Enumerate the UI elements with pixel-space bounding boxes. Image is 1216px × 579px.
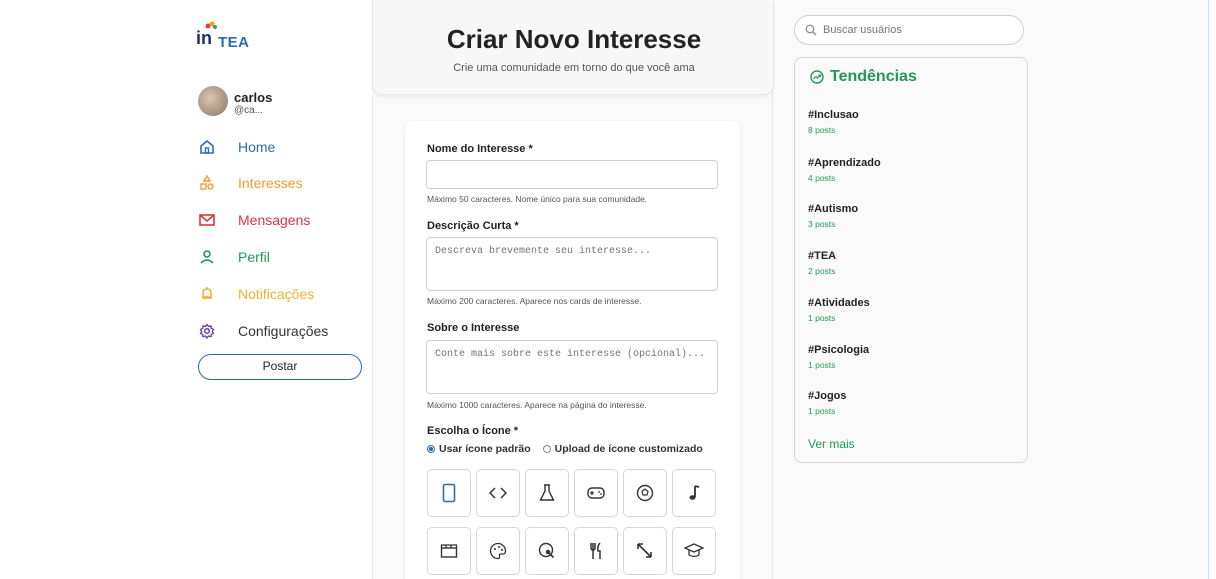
interest-name-input[interactable] <box>426 160 718 189</box>
trend-count: 3 posts <box>808 219 836 229</box>
icon-option-clapperboard[interactable] <box>427 527 471 575</box>
user-name: carlos <box>234 90 273 105</box>
column-divider-left <box>372 95 373 579</box>
icon-option-code[interactable] <box>476 469 520 517</box>
home-icon <box>198 138 216 156</box>
radio-default-icon[interactable] <box>427 445 435 453</box>
post-button[interactable]: Postar <box>198 354 362 380</box>
expand-arrows-icon <box>637 543 652 558</box>
gear-icon <box>198 322 216 340</box>
code-icon <box>489 487 507 499</box>
description-label: Descrição Curta * <box>427 220 519 232</box>
nav-label-perfil: Perfil <box>238 249 270 265</box>
nav-item-interesses[interactable]: Interesses <box>198 172 303 194</box>
trending-icon <box>810 70 824 84</box>
name-help-text: Máximo 50 caracteres. Nome único para su… <box>427 194 648 204</box>
clapperboard-icon <box>440 544 458 558</box>
trend-count: 4 posts <box>808 173 836 183</box>
trend-count: 2 posts <box>808 266 836 276</box>
search-bar[interactable] <box>794 15 1024 45</box>
utensils-icon <box>590 542 601 559</box>
user-handle: @ca... <box>234 105 264 116</box>
trend-tag[interactable]: #Aprendizado <box>808 157 881 169</box>
trends-title-text: Tendências <box>830 68 917 85</box>
about-label: Sobre o Interesse <box>427 322 520 334</box>
radio-custom-icon[interactable] <box>542 445 551 453</box>
icon-option-utensils[interactable] <box>574 527 618 575</box>
logo-suffix: TEA <box>218 34 250 51</box>
trend-tag[interactable]: #Inclusao <box>808 109 859 121</box>
trend-tag[interactable]: #Psicologia <box>808 344 869 356</box>
gamepad-icon <box>587 487 605 499</box>
trend-count: 1 posts <box>808 406 836 416</box>
icon-choice-label: Escolha o Ícone * <box>427 425 519 437</box>
music-note-icon <box>689 485 700 500</box>
nav-item-perfil[interactable]: Perfil <box>198 246 270 268</box>
shapes-icon <box>198 174 216 192</box>
graduation-cap-icon <box>684 543 704 558</box>
radio-default-label[interactable]: Usar ícone padrão <box>439 443 531 455</box>
avatar[interactable] <box>198 86 228 116</box>
trend-count: 8 posts <box>808 125 836 135</box>
palette-icon <box>489 542 507 560</box>
search-input[interactable] <box>823 24 1013 36</box>
icon-option-music[interactable] <box>672 469 716 517</box>
search-icon <box>805 24 817 36</box>
phone-icon <box>442 483 456 503</box>
description-textarea[interactable] <box>426 237 718 291</box>
trends-title: Tendências <box>810 68 917 86</box>
mail-icon <box>198 211 216 229</box>
nav-label-notificacoes: Notificações <box>238 286 315 302</box>
trend-count: 1 posts <box>808 313 836 323</box>
nav-item-configuracoes[interactable]: Configurações <box>198 320 328 342</box>
about-help-text: Máximo 1000 caracteres. Aparece na págin… <box>427 400 647 410</box>
trend-tag[interactable]: #TEA <box>808 250 836 262</box>
nav-item-notificacoes[interactable]: Notificações <box>198 283 314 305</box>
name-label: Nome do Interesse * <box>427 143 533 155</box>
icon-option-flask[interactable] <box>525 469 569 517</box>
icon-option-graduation-cap[interactable] <box>672 527 716 575</box>
logo-prefix: in <box>196 28 212 48</box>
trend-tag[interactable]: #Jogos <box>808 390 847 402</box>
nav-label-interesses: Interesses <box>238 175 303 191</box>
page-header: Criar Novo Interesse Crie uma comunidade… <box>372 0 774 95</box>
user-icon <box>198 248 216 266</box>
icon-mode-radio-group: Usar ícone padrão Upload de ícone custom… <box>427 443 703 455</box>
flask-icon <box>539 484 555 501</box>
page-title: Criar Novo Interesse <box>446 24 702 54</box>
icon-option-globe-search[interactable] <box>525 527 569 575</box>
page-subtitle: Crie uma comunidade em torno do que você… <box>453 62 695 74</box>
sidebar: in TEA carlos @ca... Home Interesses Men… <box>0 0 372 579</box>
icon-option-gamepad[interactable] <box>574 469 618 517</box>
bell-icon <box>198 285 216 303</box>
nav-label-home: Home <box>238 139 276 155</box>
nav-label-mensagens: Mensagens <box>238 212 311 228</box>
trend-count: 1 posts <box>808 360 836 370</box>
about-textarea[interactable] <box>426 340 718 394</box>
page: in TEA carlos @ca... Home Interesses Men… <box>0 0 1216 579</box>
icon-option-palette[interactable] <box>476 527 520 575</box>
trend-tag[interactable]: #Atividades <box>808 297 870 309</box>
nav-item-home[interactable]: Home <box>198 136 275 158</box>
nav-item-mensagens[interactable]: Mensagens <box>198 209 310 231</box>
description-help-text: Máximo 200 caracteres. Aparece nos cards… <box>427 296 642 306</box>
globe-search-icon <box>538 542 555 559</box>
nav-label-configuracoes: Configurações <box>238 323 329 339</box>
see-more-link[interactable]: Ver mais <box>808 437 855 451</box>
icon-option-soccer-ball[interactable] <box>623 469 667 517</box>
icon-option-expand-arrows[interactable] <box>623 527 667 575</box>
radio-custom-label[interactable]: Upload de ícone customizado <box>555 443 703 455</box>
trend-tag[interactable]: #Autismo <box>808 203 858 215</box>
right-scrollbar[interactable] <box>1208 0 1216 579</box>
soccer-ball-icon <box>636 484 654 502</box>
icon-option-phone[interactable] <box>427 469 471 517</box>
